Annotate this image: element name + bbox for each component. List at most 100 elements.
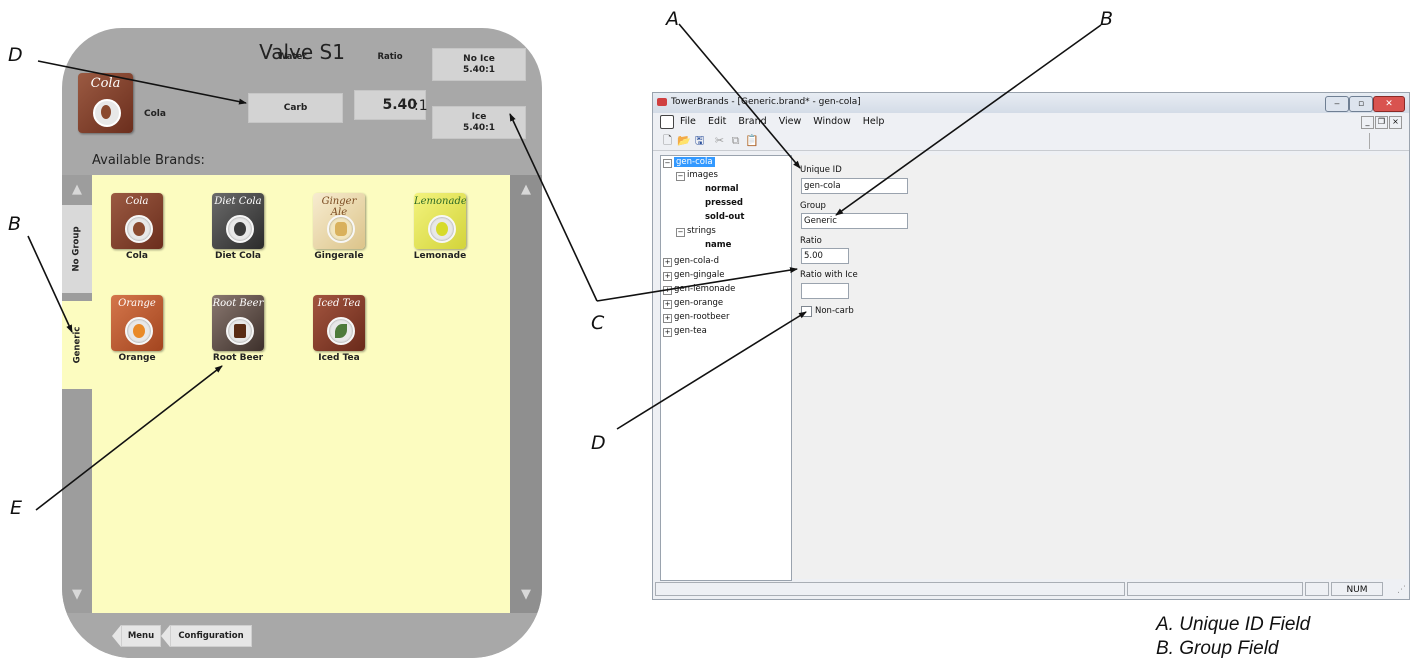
menu-window[interactable]: Window [813,116,850,127]
orange-icon: Orange [111,295,163,351]
brand-script: Orange [118,298,156,309]
water-button[interactable]: Carb [248,93,343,123]
tab-generic[interactable]: Generic [62,301,92,389]
open-folder-icon[interactable]: 📂 [677,134,691,147]
save-icon[interactable]: 🖫 [693,134,706,147]
brand-lemonade[interactable]: Lemonade Lemonade [400,193,480,261]
tree-node-gen-rootbeer[interactable]: gen-rootbeer [674,312,729,322]
brand-gingerale[interactable]: Ginger Ale Gingerale [299,193,379,261]
legend-unique-id: A. Unique ID Field [1156,614,1311,635]
disc [226,215,254,243]
menu-back-arrow-icon [112,625,121,647]
brand-cola[interactable]: Cola Cola [97,193,177,261]
expand-box-icon[interactable]: + [663,258,672,267]
tree-node-gen-tea[interactable]: gen-tea [674,326,707,336]
unique-id-label: Unique ID [800,165,842,175]
non-carb-label: Non-carb [815,306,854,316]
minimize-icon[interactable]: ‒ [1325,96,1349,112]
resize-grip-icon[interactable]: ⋰ [1397,585,1406,595]
scroll-up-right-button[interactable]: ▲ [511,175,541,203]
tree-node-gen-orange[interactable]: gen-orange [674,298,723,308]
tree-node-name[interactable]: name [705,240,731,250]
tree-node-gen-cola[interactable]: gen-cola [674,157,715,167]
menu-view[interactable]: View [779,116,802,127]
cut-icon[interactable]: ✂ [713,134,726,147]
expand-box-icon[interactable]: − [676,228,685,237]
no-ice-button[interactable]: No Ice 5.40:1 [432,48,526,81]
title-bar: TowerBrands - [Generic.brand* - gen-cola… [653,93,1409,113]
group-field[interactable]: Generic [801,213,908,229]
menu-edit[interactable]: Edit [708,116,726,127]
drop [234,222,246,236]
mdi-minimize-icon[interactable]: _ [1361,116,1374,129]
toolbar-divider [1369,133,1370,149]
drop [133,222,145,236]
callout-b-right: B [1100,8,1114,30]
expand-box-icon[interactable]: − [676,172,685,181]
expand-box-icon[interactable]: + [663,286,672,295]
scroll-down-right-button[interactable]: ▼ [511,580,541,608]
num-lock-indicator: NUM [1331,582,1383,596]
no-ice-ratio: 5.40:1 [462,64,496,75]
disc [428,215,456,243]
tree-node-strings[interactable]: strings [687,226,716,236]
scroll-up-left-button[interactable]: ▲ [62,175,92,203]
ratio-field[interactable]: 5.00 [801,248,849,264]
tree-node-images[interactable]: images [687,170,718,180]
tree-node-gen-cola-d[interactable]: gen-cola-d [674,256,719,266]
tree-node-sold-out[interactable]: sold-out [705,212,744,222]
brand-orange[interactable]: Orange Orange [97,295,177,363]
expand-box-icon[interactable]: − [663,159,672,168]
paste-icon[interactable]: 📋 [745,134,759,147]
brand-script: Root Beer [212,298,264,309]
non-carb-checkbox[interactable] [801,306,812,317]
brand-label: Gingerale [314,251,364,261]
ratio-label: Ratio [377,52,403,62]
menu-file[interactable]: File [680,116,696,127]
lemon [436,222,448,236]
close-icon[interactable]: ✕ [1373,96,1405,112]
expand-box-icon[interactable]: + [663,314,672,323]
unique-id-field[interactable]: gen-cola [801,178,908,194]
configuration-button[interactable]: Configuration [170,625,252,647]
brand-tree: − gen-cola − images normal pressed sold-… [660,155,792,581]
brand-diet-cola[interactable]: Diet Cola Diet Cola [198,193,278,261]
drop-inner [101,105,111,119]
ratio-suffix: :1 [414,98,428,114]
copy-icon[interactable]: ⧉ [729,134,742,147]
expand-box-icon[interactable]: + [663,272,672,281]
brand-label: Cola [126,251,148,261]
orange-slice [133,324,145,338]
window-title: TowerBrands - [Generic.brand* - gen-cola… [671,97,861,107]
tree-node-pressed[interactable]: pressed [705,198,743,208]
no-ice-label: No Ice [463,53,495,64]
new-file-icon[interactable]: 🗋 [661,134,674,147]
tab-generic-label: Generic [72,326,83,364]
ice-button[interactable]: Ice 5.40:1 [432,106,526,139]
expand-box-icon[interactable]: + [663,328,672,337]
menu-brand[interactable]: Brand [738,116,766,127]
expand-box-icon[interactable]: + [663,300,672,309]
mdi-close-icon[interactable]: × [1389,116,1402,129]
disc [226,317,254,345]
tree-node-gen-lemonade[interactable]: gen-lemonade [674,284,735,294]
brand-label: Lemonade [413,251,467,261]
menu-help[interactable]: Help [863,116,885,127]
mdi-restore-icon[interactable]: ❐ [1375,116,1388,129]
maximize-icon[interactable]: ▫ [1349,96,1373,112]
tab-no-group[interactable]: No Group [62,205,92,293]
mug [234,324,246,338]
callout-b-left: B [8,213,22,235]
disc [327,215,355,243]
tree-node-normal[interactable]: normal [705,184,739,194]
brand-iced-tea[interactable]: Iced Tea Iced Tea [299,295,379,363]
brand-script: Lemonade [414,196,466,207]
brand-label: Diet Cola [214,251,262,261]
scroll-down-left-button[interactable]: ▼ [62,580,92,608]
brand-label: Iced Tea [318,353,360,363]
menu-button[interactable]: Menu [121,625,161,647]
brand-root-beer[interactable]: Root Beer Root Beer [198,295,278,363]
scroll-rail: ▲ ▼ [510,175,542,613]
ratio-with-ice-field[interactable] [801,283,849,299]
tree-node-gen-gingale[interactable]: gen-gingale [674,270,724,280]
